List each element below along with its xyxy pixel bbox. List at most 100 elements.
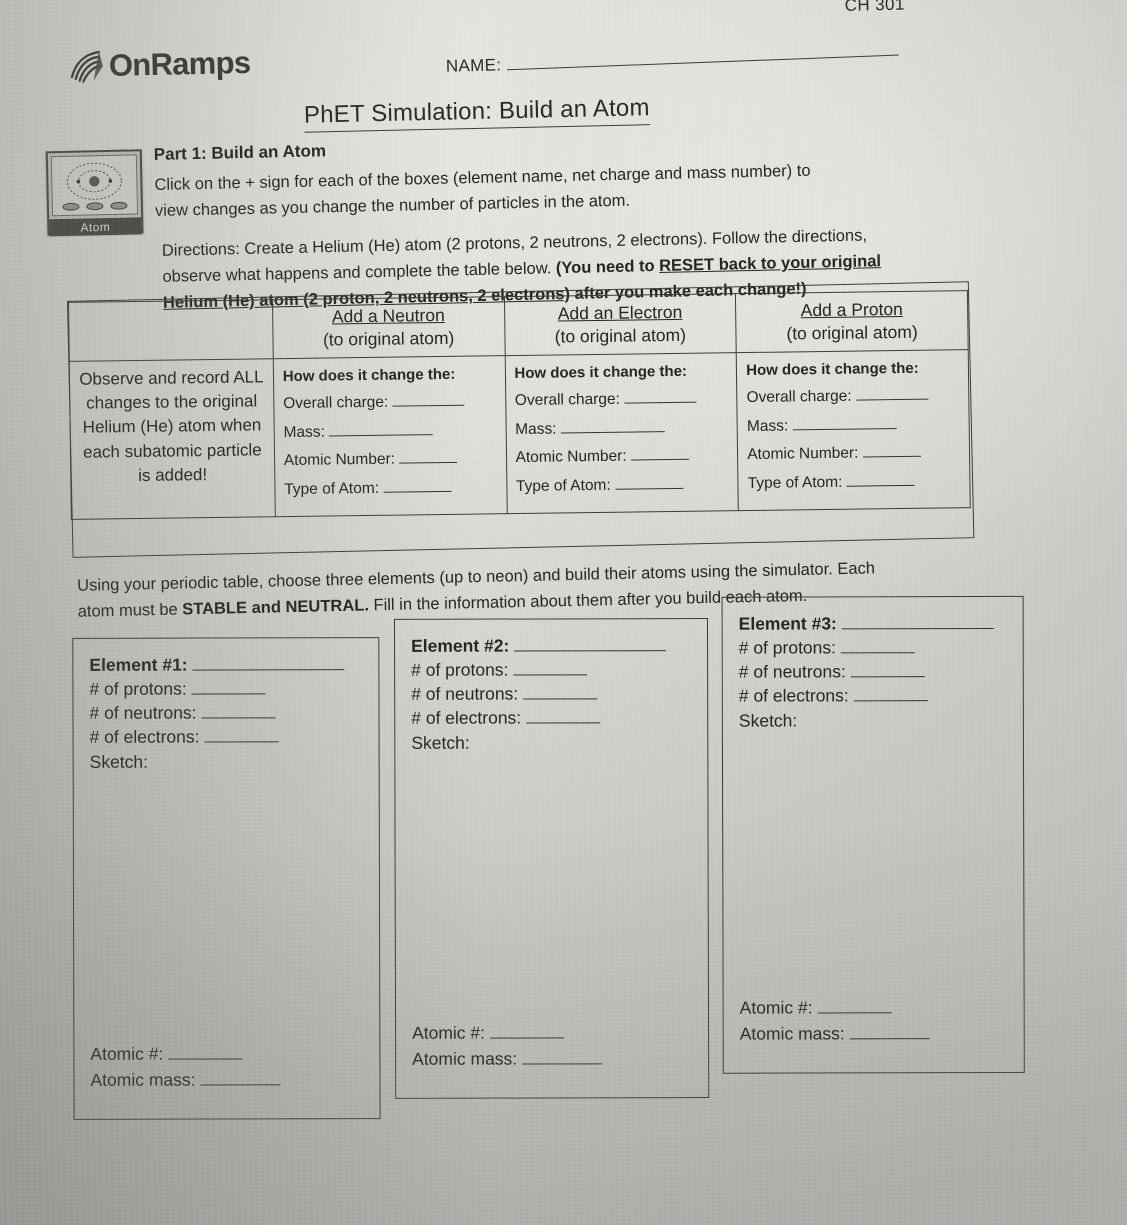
answer-blank[interactable] [392, 404, 465, 407]
field-atomic-number[interactable]: Atomic Number: [515, 447, 728, 467]
table-cell-add-neutron[interactable]: How does it change the: Overall charge: … [273, 355, 507, 517]
cell-prompt: How does it change the: [514, 362, 688, 383]
element-name-blank[interactable] [192, 669, 345, 671]
element-1-electrons-row[interactable]: # of electrons: [90, 725, 363, 750]
protons-blank[interactable] [840, 652, 915, 654]
element-2-title-row[interactable]: Element #2: [411, 633, 691, 658]
atomic-number-blank[interactable] [817, 1011, 892, 1013]
element-name-blank[interactable] [841, 627, 994, 630]
field-overall-charge[interactable]: Overall charge: [283, 393, 496, 413]
protons-label: # of protons: [411, 659, 509, 680]
element-1-neutrons-row[interactable]: # of neutrons: [89, 700, 362, 725]
neutrons-blank[interactable] [201, 717, 276, 719]
atomic-number-blank[interactable] [168, 1057, 243, 1060]
neutrons-blank[interactable] [850, 676, 925, 678]
table-row-label: Observe and record ALL changes to the or… [69, 358, 276, 520]
protons-blank[interactable] [513, 674, 588, 676]
field-mass[interactable]: Mass: [515, 419, 728, 438]
table-header-add-neutron: Add a Neutron (to original atom) [272, 296, 505, 359]
phet-atom-thumbnail-screen [50, 154, 139, 217]
atomic-mass-blank[interactable] [522, 1063, 603, 1065]
answer-blank[interactable] [329, 433, 434, 437]
element-3-title-row[interactable]: Element #3: [739, 611, 1007, 636]
element-1-atomic-number-row[interactable]: Atomic #: [90, 1040, 280, 1067]
protons-label: # of protons: [738, 637, 837, 658]
atomic-mass-label: Atomic mass: [739, 1023, 845, 1044]
element-2-protons-row[interactable]: # of protons: [411, 657, 691, 682]
answer-blank[interactable] [624, 401, 697, 404]
table-cell-add-proton[interactable]: How does it change the: Overall charge: … [736, 349, 971, 511]
table-body-row: Observe and record ALL changes to the or… [69, 349, 971, 520]
field-atomic-number[interactable]: Atomic Number: [747, 444, 960, 463]
element-box-3-fields: Element #3: # of protons: # of neutrons:… [723, 597, 1023, 746]
electrons-blank[interactable] [853, 700, 928, 702]
neutrons-label: # of neutrons: [411, 683, 519, 705]
atomic-mass-blank[interactable] [849, 1037, 930, 1040]
element-3-electrons-row[interactable]: # of electrons: [739, 683, 1007, 708]
part1-heading: Part 1: Build an Atom [153, 141, 327, 164]
answer-blank[interactable] [399, 462, 458, 464]
neutrons-label: # of neutrons: [738, 661, 846, 682]
element-1-sketch-label: Sketch: [89, 751, 149, 772]
table-cell-add-electron[interactable]: How does it change the: Overall charge: … [504, 352, 739, 514]
element-box-1[interactable]: Element #1: # of protons: # of neutrons:… [72, 637, 381, 1120]
page-title: PhET Simulation: Build an Atom [303, 94, 651, 133]
table-header-add-electron: Add an Electron (to original atom) [503, 293, 737, 356]
answer-blank[interactable] [631, 458, 690, 461]
field-type-of-atom[interactable]: Type of Atom: [515, 476, 729, 495]
element-1-title-row[interactable]: Element #1: [89, 652, 362, 677]
protons-blank[interactable] [191, 693, 266, 695]
field-label: Mass: [515, 420, 557, 438]
element-2-atomic-mass-row[interactable]: Atomic mass: [412, 1045, 603, 1072]
element-1-atomic-mass-row[interactable]: Atomic mass: [90, 1066, 281, 1093]
element-2-electrons-row[interactable]: # of electrons: [411, 706, 691, 731]
element-3-bottom-fields: Atomic #: Atomic mass: [740, 994, 930, 1047]
field-overall-charge[interactable]: Overall charge: [515, 390, 728, 409]
element-3-protons-row[interactable]: # of protons: [739, 635, 1007, 660]
element-2-neutrons-row[interactable]: # of neutrons: [411, 681, 691, 706]
answer-blank[interactable] [383, 490, 452, 493]
answer-blank[interactable] [560, 430, 665, 434]
answer-blank[interactable] [792, 427, 897, 431]
directions-reset-prefix: (You need to [555, 256, 660, 278]
element-3-atomic-mass-row[interactable]: Atomic mass: [740, 1020, 930, 1047]
field-mass[interactable]: Mass: [747, 416, 960, 435]
field-label: Type of Atom: [515, 476, 611, 495]
electrons-blank[interactable] [204, 741, 279, 743]
field-mass[interactable]: Mass: [283, 422, 496, 441]
directions-reset-emphasis: RESET back to your original [658, 252, 882, 275]
element-2-atomic-number-row[interactable]: Atomic #: [412, 1019, 602, 1046]
neutrons-blank[interactable] [523, 698, 598, 700]
element-box-2[interactable]: Element #2: # of protons: # of neutrons:… [393, 618, 710, 1099]
element-name-blank[interactable] [514, 650, 667, 652]
element-3-atomic-number-row[interactable]: Atomic #: [740, 994, 930, 1021]
atomic-number-blank[interactable] [489, 1036, 564, 1039]
field-label: Atomic Number: [515, 447, 627, 467]
field-overall-charge[interactable]: Overall charge: [746, 387, 959, 407]
table-corner-cell [68, 299, 274, 362]
element-title: Element #1: [89, 654, 188, 675]
answer-blank[interactable] [846, 484, 915, 487]
field-label: Atomic Number: [283, 450, 396, 470]
element-3-neutrons-row[interactable]: # of neutrons: [739, 659, 1007, 684]
cell-prompt: How does it change the: [746, 359, 919, 380]
name-blank-line[interactable] [507, 54, 900, 71]
field-type-of-atom[interactable]: Type of Atom: [284, 479, 497, 498]
field-type-of-atom[interactable]: Type of Atom: [748, 473, 961, 492]
observation-table-outer-border: Add a Neutron (to original atom) Add an … [66, 281, 975, 558]
element-1-protons-row[interactable]: # of protons: [89, 676, 362, 701]
atomic-mass-blank[interactable] [200, 1084, 281, 1086]
answer-blank[interactable] [862, 455, 921, 458]
header-sub: (to original atom) [786, 321, 918, 344]
electrons-blank[interactable] [526, 722, 601, 724]
phet-atom-thumbnail[interactable]: Atom [45, 149, 144, 237]
field-atomic-number[interactable]: Atomic Number: [283, 450, 497, 470]
field-label: Overall charge: [283, 393, 389, 413]
field-label: Overall charge: [746, 387, 852, 407]
answer-blank[interactable] [855, 398, 928, 401]
observation-table: Add a Neutron (to original atom) Add an … [68, 290, 971, 520]
worksheet-page: CH 301 OnRamps NAME: PhET Simulation: Bu… [0, 0, 1127, 1225]
name-field[interactable]: NAME: [446, 47, 900, 77]
answer-blank[interactable] [615, 487, 684, 490]
element-box-3[interactable]: Element #3: # of protons: # of neutrons:… [721, 595, 1025, 1074]
